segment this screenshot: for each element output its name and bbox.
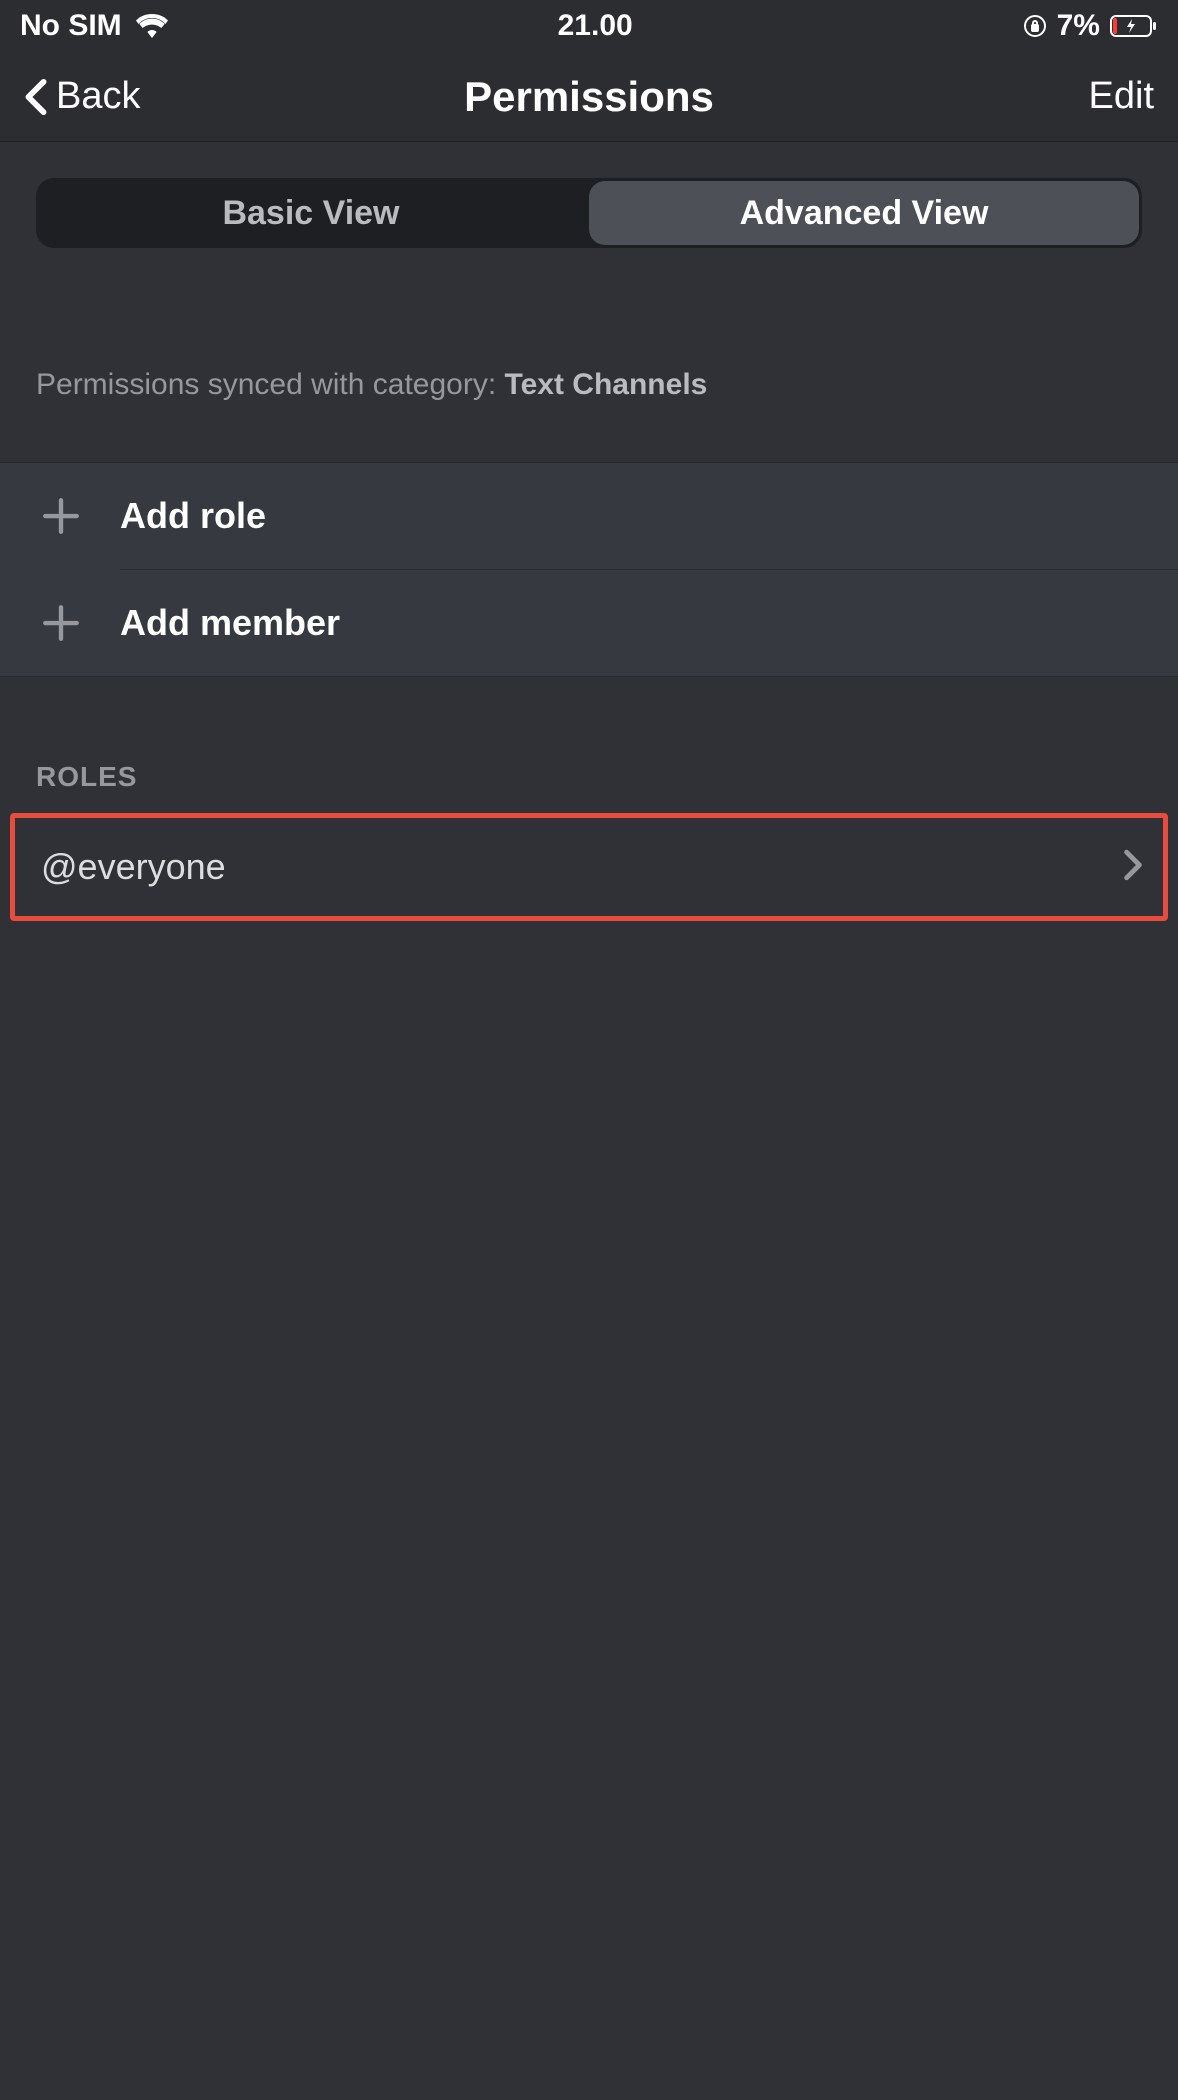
add-member-label: Add member xyxy=(120,602,340,644)
rotation-lock-icon xyxy=(1023,14,1047,38)
chevron-right-icon xyxy=(1123,849,1143,886)
roles-header: ROLES xyxy=(0,677,1178,813)
nav-bar: Back Permissions Edit xyxy=(0,52,1178,142)
view-toggle: Basic View Advanced View xyxy=(0,142,1178,248)
add-member-button[interactable]: Add member xyxy=(0,570,1178,676)
tab-advanced-view[interactable]: Advanced View xyxy=(589,181,1139,245)
back-button[interactable]: Back xyxy=(24,75,140,118)
role-label: @everyone xyxy=(41,846,226,888)
back-label: Back xyxy=(56,75,140,118)
sim-status: No SIM xyxy=(20,9,122,43)
edit-button[interactable]: Edit xyxy=(1089,75,1154,118)
status-time: 21.00 xyxy=(558,9,633,43)
content: Basic View Advanced View Permissions syn… xyxy=(0,142,1178,2100)
chevron-left-icon xyxy=(24,78,48,116)
tab-basic-view[interactable]: Basic View xyxy=(36,178,586,248)
status-bar: No SIM 21.00 7% xyxy=(0,0,1178,52)
sync-category: Text Channels xyxy=(505,368,708,401)
status-right: 7% xyxy=(1023,9,1158,43)
battery-percent: 7% xyxy=(1057,9,1100,43)
plus-icon xyxy=(40,602,82,644)
role-everyone[interactable]: @everyone xyxy=(10,813,1168,921)
add-role-label: Add role xyxy=(120,495,266,537)
battery-charging-icon xyxy=(1110,14,1158,38)
wifi-icon xyxy=(136,14,168,38)
sync-prefix: Permissions synced with category: xyxy=(36,368,505,401)
status-left: No SIM xyxy=(20,9,168,43)
add-role-button[interactable]: Add role xyxy=(0,463,1178,569)
plus-icon xyxy=(40,495,82,537)
page-title: Permissions xyxy=(464,73,714,121)
action-list: Add role Add member xyxy=(0,462,1178,677)
sync-status: Permissions synced with category: Text C… xyxy=(0,248,1178,462)
